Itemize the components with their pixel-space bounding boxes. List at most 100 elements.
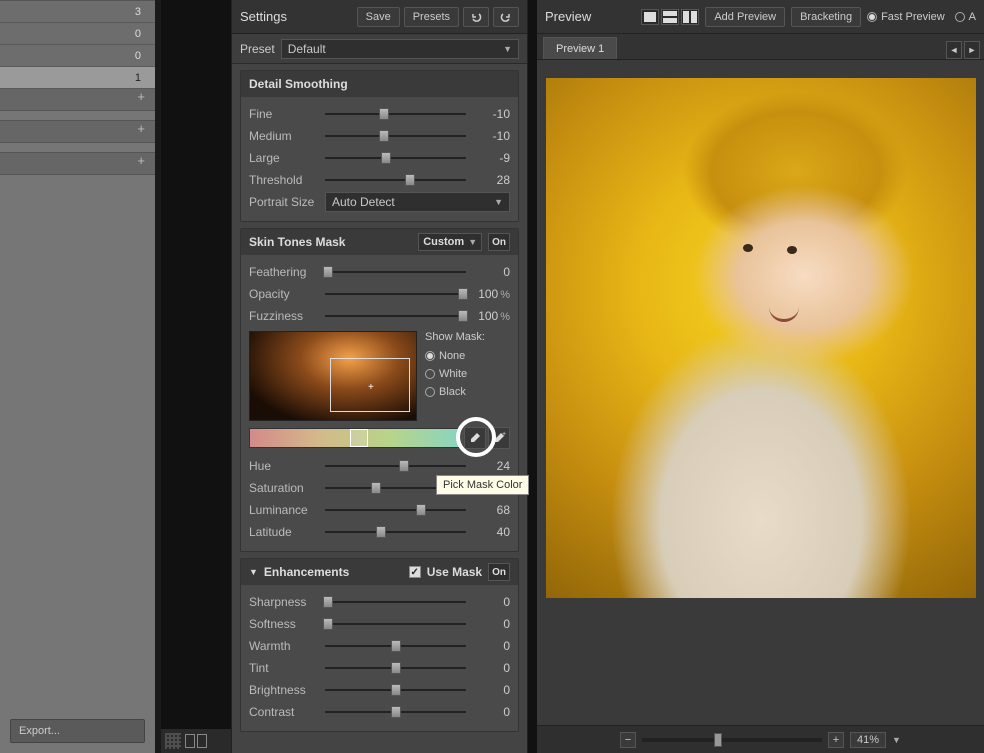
add-row-button[interactable]: + xyxy=(0,121,155,143)
latitude-label: Latitude xyxy=(249,525,321,539)
chevron-down-icon: ▼ xyxy=(494,197,503,207)
chevron-down-icon[interactable]: ▼ xyxy=(892,735,901,745)
medium-slider[interactable] xyxy=(325,129,466,143)
settings-title: Settings xyxy=(240,9,287,24)
show-mask-label: Show Mask: xyxy=(425,331,485,343)
zoom-value[interactable]: 41% xyxy=(850,732,886,748)
feathering-slider[interactable] xyxy=(325,265,466,279)
mask-none-radio[interactable]: None xyxy=(425,347,485,365)
opacity-slider[interactable] xyxy=(325,287,466,301)
fuzziness-value: 100% xyxy=(470,309,510,323)
compare-view-icon[interactable] xyxy=(197,734,207,748)
saturation-label: Saturation xyxy=(249,481,321,495)
show-mask-group: Show Mask: None White Black xyxy=(425,331,485,421)
tint-slider[interactable] xyxy=(325,661,466,675)
eyedropper-add-button[interactable]: + xyxy=(488,427,510,449)
warmth-slider[interactable] xyxy=(325,639,466,653)
bracketing-button[interactable]: Bracketing xyxy=(791,7,861,27)
add-row-button[interactable]: + xyxy=(0,153,155,175)
single-view-icon[interactable] xyxy=(185,734,195,748)
add-preview-button[interactable]: Add Preview xyxy=(705,7,785,27)
fine-label: Fine xyxy=(249,107,321,121)
layout-split-v-icon[interactable] xyxy=(681,9,699,25)
threshold-slider[interactable] xyxy=(325,173,466,187)
preview-tab[interactable]: Preview 1 xyxy=(543,37,617,59)
presets-button[interactable]: Presets xyxy=(404,7,459,27)
large-value: -9 xyxy=(470,151,510,165)
warmth-value: 0 xyxy=(470,639,510,653)
portrait-size-label: Portrait Size xyxy=(249,195,321,209)
enhancements-section: ▼ Enhancements ✓ Use Mask On Sharpness 0… xyxy=(240,558,519,732)
threshold-label: Threshold xyxy=(249,173,321,187)
large-label: Large xyxy=(249,151,321,165)
contrast-label: Contrast xyxy=(249,705,321,719)
color-picker-box[interactable]: + xyxy=(249,331,417,421)
skin-mode-dropdown[interactable]: Custom▼ xyxy=(418,233,482,251)
count-row[interactable]: 0 xyxy=(0,45,155,67)
grid-view-icon[interactable] xyxy=(165,733,181,749)
other-preview-radio[interactable]: A xyxy=(955,11,976,23)
panel-divider[interactable] xyxy=(155,0,161,753)
fast-preview-radio[interactable]: Fast Preview xyxy=(867,11,945,23)
tint-value: 0 xyxy=(470,661,510,675)
tab-prev-button[interactable]: ◄ xyxy=(946,41,962,59)
hue-range-strip[interactable]: + xyxy=(249,428,460,448)
contrast-slider[interactable] xyxy=(325,705,466,719)
disclosure-triangle-icon[interactable]: ▼ xyxy=(249,567,258,577)
section-title: Detail Smoothing xyxy=(249,77,348,91)
tab-next-button[interactable]: ► xyxy=(964,41,980,59)
mask-black-radio[interactable]: Black xyxy=(425,383,485,401)
use-mask-checkbox[interactable]: ✓ xyxy=(409,566,421,578)
color-crosshair-icon: + xyxy=(368,382,374,393)
latitude-value: 40 xyxy=(470,525,510,539)
preview-canvas[interactable] xyxy=(537,60,984,725)
medium-value: -10 xyxy=(470,129,510,143)
brightness-value: 0 xyxy=(470,683,510,697)
zoom-in-button[interactable]: + xyxy=(828,732,844,748)
redo-button[interactable] xyxy=(493,7,519,27)
luminance-slider[interactable] xyxy=(325,503,466,517)
sharpness-slider[interactable] xyxy=(325,595,466,609)
zoom-out-button[interactable]: − xyxy=(620,732,636,748)
preview-image xyxy=(546,78,976,598)
fine-value: -10 xyxy=(470,107,510,121)
undo-button[interactable] xyxy=(463,7,489,27)
large-slider[interactable] xyxy=(325,151,466,165)
count-row[interactable]: 3 xyxy=(0,1,155,23)
latitude-slider[interactable] xyxy=(325,525,466,539)
zoom-slider[interactable] xyxy=(642,738,822,742)
left-sidebar: 3 0 0 1 + + + Export... xyxy=(0,0,155,753)
preset-dropdown[interactable]: Default▼ xyxy=(281,39,519,59)
eyedropper-tooltip: Pick Mask Color xyxy=(436,475,529,495)
section-title: Skin Tones Mask xyxy=(249,235,345,249)
hue-value: 24 xyxy=(470,459,510,473)
skin-tones-section: Skin Tones Mask Custom▼ On Feathering 0 … xyxy=(240,228,519,552)
feathering-label: Feathering xyxy=(249,265,321,279)
brightness-slider[interactable] xyxy=(325,683,466,697)
contrast-value: 0 xyxy=(470,705,510,719)
enh-on-toggle[interactable]: On xyxy=(488,563,510,581)
layout-single-icon[interactable] xyxy=(641,9,659,25)
count-row-selected[interactable]: 1 xyxy=(0,67,155,89)
export-button[interactable]: Export... xyxy=(10,719,145,743)
warmth-label: Warmth xyxy=(249,639,321,653)
hue-slider[interactable] xyxy=(325,459,466,473)
skin-on-toggle[interactable]: On xyxy=(488,233,510,251)
mask-white-radio[interactable]: White xyxy=(425,365,485,383)
preset-label: Preset xyxy=(240,42,275,56)
zoom-bar: − + 41% ▼ xyxy=(537,725,984,753)
fine-slider[interactable] xyxy=(325,107,466,121)
softness-slider[interactable] xyxy=(325,617,466,631)
tint-label: Tint xyxy=(249,661,321,675)
fuzziness-slider[interactable] xyxy=(325,309,466,323)
hue-label: Hue xyxy=(249,459,321,473)
count-row[interactable]: 0 xyxy=(0,23,155,45)
feathering-value: 0 xyxy=(470,265,510,279)
layout-split-h-icon[interactable] xyxy=(661,9,679,25)
hue-marker[interactable]: + xyxy=(350,429,368,447)
add-row-button[interactable]: + xyxy=(0,89,155,111)
eyedropper-button[interactable] xyxy=(464,427,486,449)
save-button[interactable]: Save xyxy=(357,7,400,27)
svg-text:+: + xyxy=(502,431,506,438)
portrait-size-dropdown[interactable]: Auto Detect▼ xyxy=(325,192,510,212)
